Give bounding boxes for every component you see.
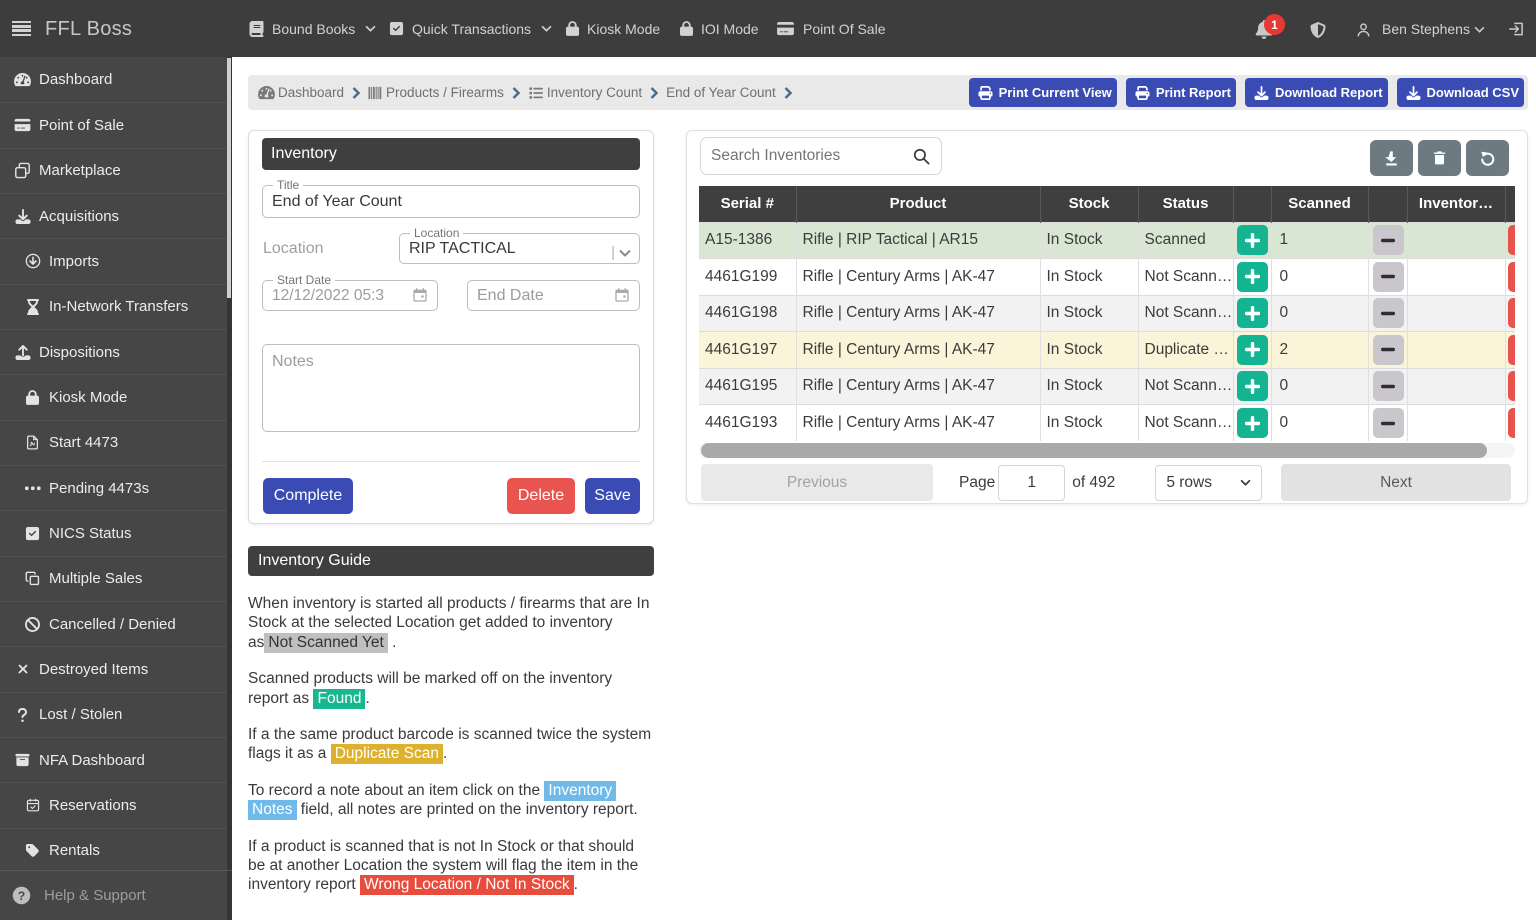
svg-text:?: ? xyxy=(18,889,25,903)
